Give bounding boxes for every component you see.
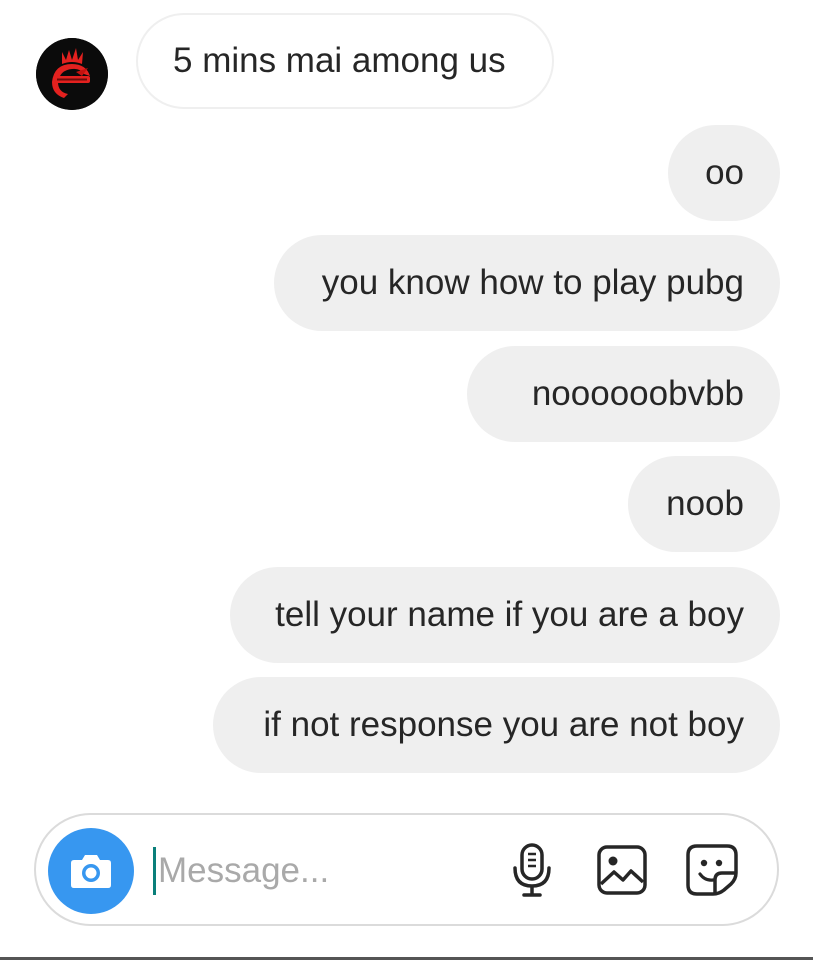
message-text: 5 mins mai among us <box>173 41 506 80</box>
gallery-icon <box>597 845 647 895</box>
camera-button[interactable] <box>48 828 134 914</box>
gallery-button[interactable] <box>591 839 653 901</box>
sticker-icon <box>686 844 738 896</box>
text-cursor <box>153 847 156 895</box>
message-text: if not response you are not boy <box>263 705 744 744</box>
camera-icon <box>71 855 111 888</box>
outgoing-message-bubble[interactable]: oo <box>668 125 780 221</box>
outgoing-message-bubble[interactable]: tell your name if you are a boy <box>230 567 780 663</box>
message-text: oo <box>705 153 744 192</box>
message-text: noooooobvbb <box>531 374 744 413</box>
outgoing-message-bubble[interactable]: noob <box>628 456 780 552</box>
outgoing-message-bubble[interactable]: noooooobvbb <box>467 346 780 442</box>
contact-avatar[interactable] <box>36 38 108 110</box>
microphone-icon <box>513 843 551 897</box>
message-text: you know how to play pubg <box>321 263 744 302</box>
dragon-logo-icon <box>36 38 108 110</box>
sticker-button[interactable] <box>681 839 743 901</box>
message-text: noob <box>666 484 744 523</box>
message-text: tell your name if you are a boy <box>275 595 744 634</box>
incoming-message-bubble[interactable]: 5 mins mai among us <box>136 13 554 109</box>
outgoing-message-bubble[interactable]: if not response you are not boy <box>213 677 780 773</box>
outgoing-message-bubble[interactable]: you know how to play pubg <box>274 235 780 331</box>
message-input[interactable] <box>158 841 458 901</box>
voice-message-button[interactable] <box>501 839 563 901</box>
message-composer <box>34 813 779 926</box>
